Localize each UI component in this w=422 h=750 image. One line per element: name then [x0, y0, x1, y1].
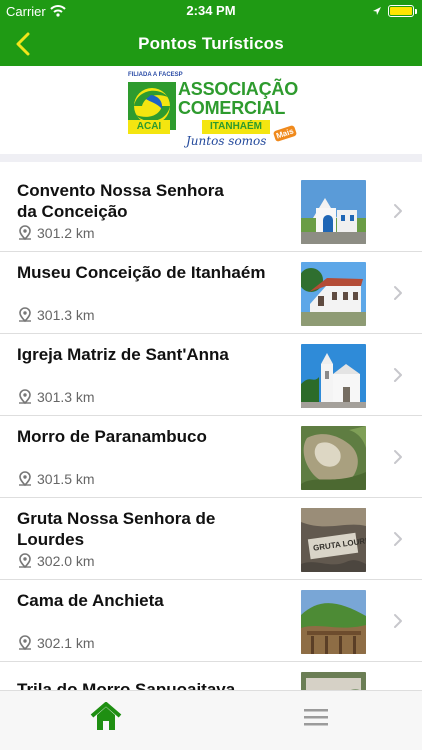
chevron-right-icon	[394, 450, 402, 464]
logo-right-band: ITANHAÉM	[202, 120, 270, 134]
location-pin-icon	[19, 225, 31, 241]
location-pin-icon	[19, 389, 31, 405]
attraction-title: Igreja Matriz de Sant'Anna	[17, 345, 229, 364]
distance-value: 301.3 km	[37, 307, 95, 323]
home-icon	[90, 702, 122, 730]
trail-thumbnail	[301, 672, 366, 690]
chevron-right-icon	[394, 204, 402, 218]
attraction-title: Morro de Paranambuco	[17, 427, 207, 446]
menu-tab[interactable]	[286, 697, 346, 737]
location-pin-icon	[19, 635, 31, 651]
home-tab[interactable]	[76, 697, 136, 737]
museum-thumbnail	[301, 262, 366, 326]
menu-icon	[304, 709, 328, 726]
status-indicators	[372, 0, 417, 22]
association-logo: FILIADA A FACESP ASSOCIAÇÃO COMERCIAL AC…	[126, 72, 299, 156]
attraction-title: Cama de Anchieta	[17, 591, 164, 610]
distance-value: 301.3 km	[37, 389, 95, 405]
distance-row: 302.0 km	[17, 553, 95, 569]
list-item[interactable]: Morro de Paranambuco 301.5 km	[0, 416, 422, 498]
distance-value: 301.2 km	[37, 225, 95, 241]
list-item[interactable]: Museu Conceição de Itanhaém 301.3 km	[0, 252, 422, 334]
attraction-title: Gruta Nossa Senhora de Lourdes	[17, 509, 216, 549]
anchieta-bed-thumbnail	[301, 590, 366, 654]
status-bar: Carrier 2:34 PM	[0, 0, 422, 22]
logo-left-band: ACAI	[128, 120, 170, 134]
chevron-right-icon	[394, 614, 402, 628]
distance-row: 302.1 km	[17, 635, 95, 651]
logo-tagline: Juntos somos	[186, 134, 267, 148]
battery-icon	[388, 5, 417, 17]
logo-affiliation-text: FILIADA A FACESP	[128, 72, 183, 78]
attraction-title: Museu Conceição de Itanhaém	[17, 263, 266, 282]
convent-thumbnail	[301, 180, 366, 244]
list-item[interactable]: Trila do Morro Sapuoaitava	[0, 662, 422, 690]
attraction-title: Convento Nossa Senhora da Conceição	[17, 181, 224, 221]
distance-row: 301.5 km	[17, 471, 95, 487]
list-item[interactable]: Igreja Matriz de Sant'Anna 301.3 km	[0, 334, 422, 416]
list-item[interactable]: Gruta Nossa Senhora de Lourdes 302.0 km …	[0, 498, 422, 580]
attractions-list: Convento Nossa Senhora da Conceição 301.…	[0, 170, 422, 690]
distance-value: 302.0 km	[37, 553, 95, 569]
page-title: Pontos Turísticos	[138, 34, 284, 53]
chevron-right-icon	[394, 368, 402, 382]
list-item[interactable]: Convento Nossa Senhora da Conceição 301.…	[0, 170, 422, 252]
attraction-title: Trila do Morro Sapuoaitava	[17, 680, 236, 690]
logo-title-line-2: COMERCIAL	[178, 98, 286, 118]
location-pin-icon	[19, 471, 31, 487]
distance-value: 302.1 km	[37, 635, 95, 651]
distance-value: 301.5 km	[37, 471, 95, 487]
chevron-right-icon	[394, 286, 402, 300]
app-screen: Carrier 2:34 PM Pontos Turísticos FILIAD…	[0, 0, 422, 750]
location-arrow-icon	[373, 7, 381, 15]
status-time: 2:34 PM	[186, 3, 236, 18]
hill-aerial-thumbnail	[301, 426, 366, 490]
association-banner: FILIADA A FACESP ASSOCIAÇÃO COMERCIAL AC…	[0, 66, 422, 162]
distance-row: 301.3 km	[17, 307, 95, 323]
logo-title-line-1: ASSOCIAÇÃO	[178, 79, 299, 99]
logo-badge: Mais	[272, 124, 297, 143]
distance-row: 301.2 km	[17, 225, 95, 241]
location-pin-icon	[19, 553, 31, 569]
navigation-bar: Pontos Turísticos	[0, 22, 422, 66]
list-item[interactable]: Cama de Anchieta 302.1 km	[0, 580, 422, 662]
distance-row: 301.3 km	[17, 389, 95, 405]
bottom-tab-bar	[0, 690, 422, 750]
cave-sign-thumbnail: GRUTA LOURDES	[301, 508, 366, 572]
church-thumbnail	[301, 344, 366, 408]
location-pin-icon	[19, 307, 31, 323]
chevron-right-icon	[394, 532, 402, 546]
